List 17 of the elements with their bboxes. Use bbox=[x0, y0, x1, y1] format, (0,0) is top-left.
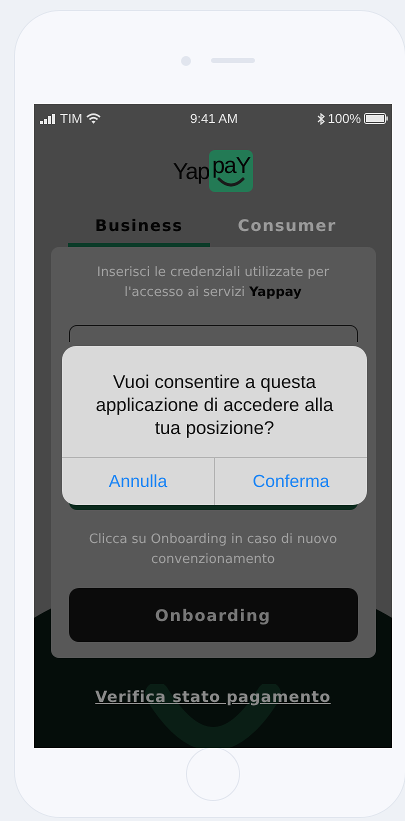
alert-button[interactable]: Conferma bbox=[215, 458, 367, 505]
wifi-icon bbox=[86, 113, 102, 124]
login-tab[interactable]: Consumer bbox=[216, 216, 358, 247]
battery-text: 100% bbox=[328, 111, 361, 126]
bluetooth-icon bbox=[316, 112, 325, 124]
battery-icon bbox=[364, 113, 388, 124]
input-field[interactable] bbox=[68, 325, 358, 342]
carrier-text: TIM bbox=[60, 111, 82, 126]
intro-text: Inserisci le credenziali utilizzate per l'accesso ai servizi Yappay bbox=[96, 264, 330, 302]
onboarding-hint-text: Clicca su Onboarding in caso di nuovo convenzionamento bbox=[88, 531, 338, 569]
clock-text: 9:41 AM bbox=[190, 111, 238, 126]
signal-icon bbox=[40, 114, 56, 124]
onboarding-button[interactable]: Onboarding bbox=[68, 588, 358, 642]
payment-status-link[interactable]: Verifica stato pagamento bbox=[95, 688, 331, 706]
alert-button[interactable]: Annulla bbox=[62, 458, 215, 505]
alert-message: Vuoi consentire a questa applicazione di accedere alla tua posizione? bbox=[94, 370, 334, 440]
app-logo: YappaY bbox=[172, 150, 254, 192]
